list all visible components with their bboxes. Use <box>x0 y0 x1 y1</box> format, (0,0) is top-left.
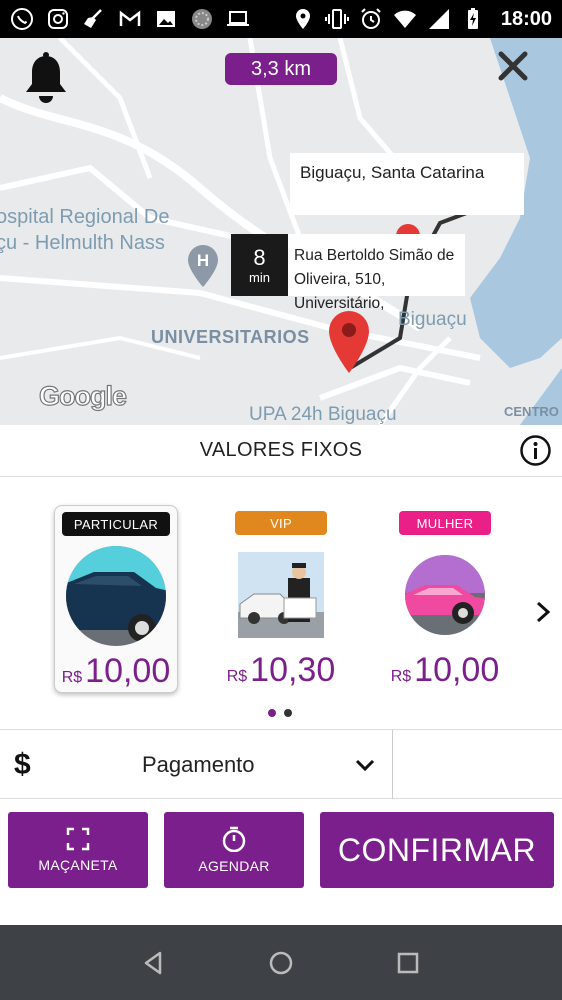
pager-dot-active[interactable] <box>268 709 276 717</box>
category-price: R$ 10,00 <box>391 651 500 690</box>
battery-charging-icon <box>461 7 485 31</box>
laptop-icon <box>226 7 250 31</box>
home-icon[interactable] <box>267 949 295 977</box>
category-card-mulher[interactable]: MULHER R$ 10,00 <box>383 505 507 693</box>
destination-text: Biguaçu, Santa Catarina <box>300 163 485 182</box>
price-value: 10,00 <box>85 652 171 690</box>
wifi-icon <box>393 7 417 31</box>
origin-address: Rua Bertoldo Simão de Oliveira, 510, Uni… <box>288 234 465 312</box>
hospital-marker-icon[interactable]: H <box>186 243 220 289</box>
action-bar: MAÇANETA AGENDAR CONFIRMAR <box>0 799 562 925</box>
google-logo: Google <box>38 380 127 411</box>
agendar-label: AGENDAR <box>198 858 270 874</box>
price-value: 10,30 <box>250 651 336 689</box>
map-label-upa: UPA 24h Biguaçu <box>249 404 397 425</box>
particular-car-icon <box>64 544 168 648</box>
svg-text:H: H <box>197 251 209 270</box>
map-label-neighborhood: UNIVERSITARIOS <box>151 327 310 347</box>
fixed-values-title: VALORES FIXOS <box>199 439 363 461</box>
macaneta-label: MAÇANETA <box>38 857 118 873</box>
price-currency: R$ <box>226 668 248 685</box>
sphere-icon <box>190 7 214 31</box>
price-value: 10,00 <box>414 651 500 689</box>
dollar-icon: $ <box>14 748 31 781</box>
payment-selector[interactable]: $ Pagamento <box>0 729 562 800</box>
bell-icon[interactable] <box>24 50 68 106</box>
instagram-icon <box>46 7 70 31</box>
eta-box: 8 min <box>231 234 288 296</box>
close-icon[interactable] <box>496 49 530 83</box>
category-carousel[interactable]: PARTICULAR R$ 10,00 VIP R$ 10,30 MULHER … <box>0 477 562 729</box>
info-icon[interactable] <box>519 434 552 467</box>
map-label-hospital: ospital Regional De <box>0 206 170 228</box>
vip-chauffeur-image <box>229 543 333 647</box>
location-icon <box>291 7 315 31</box>
vibrate-icon <box>324 7 349 31</box>
android-nav-bar <box>0 925 562 1000</box>
category-price: R$ 10,30 <box>227 651 336 690</box>
stopwatch-icon <box>222 826 246 852</box>
confirm-label: CONFIRMAR <box>337 831 537 868</box>
location-pin-icon <box>329 311 369 373</box>
payment-label: Pagamento <box>142 752 255 777</box>
fullscreen-icon <box>66 827 90 851</box>
image-icon <box>154 7 178 31</box>
map-label-centro: CENTRO <box>504 404 559 419</box>
confirm-button[interactable]: CONFIRMAR <box>320 812 554 888</box>
price-currency: R$ <box>390 668 412 685</box>
chevron-down-icon[interactable] <box>354 754 376 776</box>
category-card-particular[interactable]: PARTICULAR R$ 10,00 <box>54 505 178 693</box>
eta-unit: min <box>249 269 270 285</box>
fixed-values-header: VALORES FIXOS <box>0 425 562 477</box>
macaneta-button[interactable]: MAÇANETA <box>8 812 148 888</box>
mulher-car-icon <box>393 543 497 647</box>
destination-callout[interactable]: Biguaçu, Santa Catarina <box>290 153 524 215</box>
category-badge: VIP <box>235 511 327 535</box>
agendar-button[interactable]: AGENDAR <box>164 812 304 888</box>
alarm-icon <box>359 7 383 31</box>
eta-value: 8 <box>253 244 266 270</box>
category-card-vip[interactable]: VIP R$ 10,30 <box>219 505 343 693</box>
back-icon[interactable] <box>140 949 168 977</box>
payment-divider <box>392 730 393 800</box>
map-view[interactable]: ospital Regional De çu - Helmulth Nass U… <box>0 38 562 425</box>
chevron-right-icon[interactable] <box>532 597 554 627</box>
signal-icon <box>427 7 451 31</box>
gmail-icon <box>118 7 142 31</box>
status-bar: 18:00 <box>0 0 562 38</box>
category-badge: PARTICULAR <box>61 512 171 536</box>
recents-icon[interactable] <box>394 949 422 977</box>
category-price: R$ 10,00 <box>62 652 171 691</box>
ride-request-screen: 18:00 ospital Regional De çu - Helmulth … <box>0 0 562 1000</box>
broom-icon <box>82 7 106 31</box>
category-badge: MULHER <box>399 511 491 535</box>
whatsapp-icon <box>10 7 34 31</box>
map-label-city: Biguaçu <box>398 309 467 330</box>
status-time: 18:00 <box>500 7 552 30</box>
pager-dot[interactable] <box>284 709 292 717</box>
carousel-pager <box>268 709 292 717</box>
distance-badge: 3,3 km <box>225 53 337 85</box>
price-currency: R$ <box>61 669 83 686</box>
origin-callout[interactable]: 8 min Rua Bertoldo Simão de Oliveira, 51… <box>231 234 465 312</box>
map-label-hospital-2: çu - Helmulth Nass <box>0 232 165 254</box>
